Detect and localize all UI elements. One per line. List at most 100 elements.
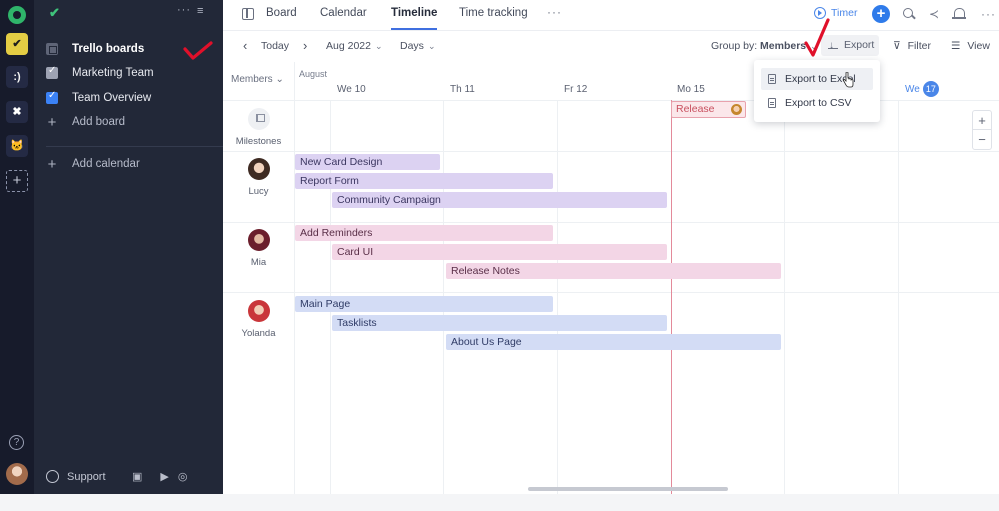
export-csv-item[interactable]: Export to CSV	[761, 92, 873, 114]
column-divider	[557, 100, 558, 494]
milestones-label: Milestones	[235, 136, 282, 147]
export-label: Export	[844, 39, 875, 51]
checkbox-icon[interactable]	[46, 90, 58, 104]
tab-timeline[interactable]: Timeline	[391, 7, 437, 19]
top-bar: Board Calendar Timeline Time tracking ··…	[223, 0, 999, 31]
chrome-icon[interactable]: ◎	[178, 470, 188, 483]
panel-toggle-icon[interactable]	[242, 8, 254, 20]
active-tab-indicator	[391, 28, 437, 30]
day-label: We	[905, 84, 920, 95]
teams-icon[interactable]: ▣	[132, 470, 142, 483]
more-tabs-icon[interactable]: ···	[547, 5, 562, 19]
zoom-in-button[interactable]: +	[973, 111, 991, 130]
workspace-3[interactable]: ✖	[6, 101, 28, 123]
task-bar[interactable]: Add Reminders	[295, 225, 553, 241]
workspace-check[interactable]: ✔	[6, 33, 28, 55]
task-bar[interactable]: Report Form	[295, 173, 553, 189]
file-icon	[768, 74, 776, 84]
annotation-checkmark	[804, 18, 830, 57]
filter-button[interactable]: ⊽ Filter	[893, 40, 931, 52]
add-calendar-button[interactable]: + Add calendar	[46, 154, 140, 174]
day-header: We 10	[337, 84, 366, 95]
flag-icon	[247, 108, 270, 130]
add-button[interactable]: +	[872, 5, 890, 23]
row-divider	[223, 292, 999, 293]
tab-calendar[interactable]: Calendar	[320, 7, 367, 19]
export-excel-item[interactable]: Export to Excel	[761, 68, 873, 90]
day-header: Fr 12	[564, 84, 588, 95]
month-label: Aug 2022	[326, 40, 371, 52]
sidebar-more-icon[interactable]: ···	[177, 4, 191, 16]
sidebar-item-trello-boards[interactable]: Trello boards	[46, 39, 144, 59]
more-icon[interactable]: ···	[981, 7, 995, 21]
annotation-checkmark	[183, 41, 213, 60]
avatar	[247, 229, 270, 251]
today-badge: 17	[922, 81, 939, 97]
checkbox-icon[interactable]	[46, 65, 58, 79]
sidebar-item-label: Trello boards	[72, 43, 145, 55]
member-name: Lucy	[248, 186, 269, 197]
app-logo-icon[interactable]	[8, 6, 26, 24]
milestone-label: Release	[676, 103, 715, 115]
zoom-out-button[interactable]: −	[973, 130, 991, 149]
add-workspace-button[interactable]: +	[6, 170, 28, 192]
sidebar-item-marketing-team[interactable]: Marketing Team	[46, 63, 154, 83]
tab-time-tracking[interactable]: Time tracking	[459, 7, 528, 19]
search-icon[interactable]	[902, 7, 916, 21]
file-icon	[768, 98, 776, 108]
bottom-band	[0, 494, 999, 511]
sidebar-item-label: Add board	[72, 116, 126, 128]
share-icon[interactable]: ≺	[927, 7, 941, 21]
members-header-label: Members	[231, 74, 273, 85]
milestone-avatar	[731, 104, 742, 115]
workspace-2[interactable]: :)	[6, 66, 28, 88]
group-by-label: Group by:	[711, 40, 758, 52]
avatar	[247, 158, 270, 180]
column-divider	[784, 100, 785, 494]
sliders-icon: ☰	[951, 40, 961, 52]
task-bar[interactable]: About Us Page	[446, 334, 781, 350]
view-button[interactable]: ☰ View	[951, 40, 990, 52]
milestone-release[interactable]: Release	[671, 101, 746, 118]
tab-board[interactable]: Board	[266, 7, 297, 19]
support-label: Support	[67, 470, 106, 483]
column-divider	[294, 62, 295, 494]
check-icon: ✔	[49, 5, 60, 20]
day-header: Th 11	[450, 84, 475, 95]
task-bar[interactable]: Tasklists	[332, 315, 667, 331]
month-picker[interactable]: Aug 2022 ⌄	[326, 40, 383, 52]
member-name: Yolanda	[241, 328, 276, 339]
help-icon[interactable]: ?	[9, 435, 24, 450]
prev-icon[interactable]: ‹	[243, 38, 247, 53]
support-button[interactable]: Support	[46, 470, 106, 483]
workspace-rail: ✔ :) ✖ 🐱 + ?	[0, 0, 34, 511]
row-divider	[223, 222, 999, 223]
header-divider	[223, 100, 999, 101]
workspace-4[interactable]: 🐱	[6, 135, 28, 157]
sidebar-divider	[46, 146, 223, 147]
user-avatar[interactable]	[6, 463, 28, 485]
task-bar[interactable]: Release Notes	[446, 263, 781, 279]
column-divider	[898, 100, 899, 494]
add-board-button[interactable]: + Add board	[46, 112, 125, 132]
task-bar[interactable]: Main Page	[295, 296, 553, 312]
horizontal-scrollbar[interactable]	[528, 487, 728, 491]
menu-item-label: Export to CSV	[785, 97, 852, 109]
sidebar-item-label: Marketing Team	[72, 67, 154, 79]
next-icon[interactable]: ›	[303, 38, 307, 53]
collapse-sidebar-icon[interactable]: ≡	[197, 5, 203, 17]
task-bar[interactable]: Community Campaign	[332, 192, 667, 208]
timeline-toolbar: ‹ Today › Aug 2022 ⌄ Days ⌄ Group by: Memb…	[223, 18, 999, 62]
sidebar-item-team-overview[interactable]: Team Overview	[46, 88, 151, 108]
scale-picker[interactable]: Days ⌄	[400, 40, 435, 52]
export-menu: Export to Excel Export to CSV	[754, 60, 880, 122]
play-store-icon[interactable]: ▶	[160, 470, 168, 483]
member-yolanda: Yolanda	[223, 300, 294, 339]
app-links: ▣ ▶ ◎	[132, 470, 187, 483]
sidebar-item-label: Add calendar	[72, 158, 140, 170]
task-bar[interactable]: Card UI	[332, 244, 667, 260]
bell-icon[interactable]	[952, 7, 966, 21]
members-column-header[interactable]: Members ⌄	[231, 74, 284, 85]
today-button[interactable]: Today	[261, 40, 289, 52]
task-bar[interactable]: New Card Design	[295, 154, 440, 170]
